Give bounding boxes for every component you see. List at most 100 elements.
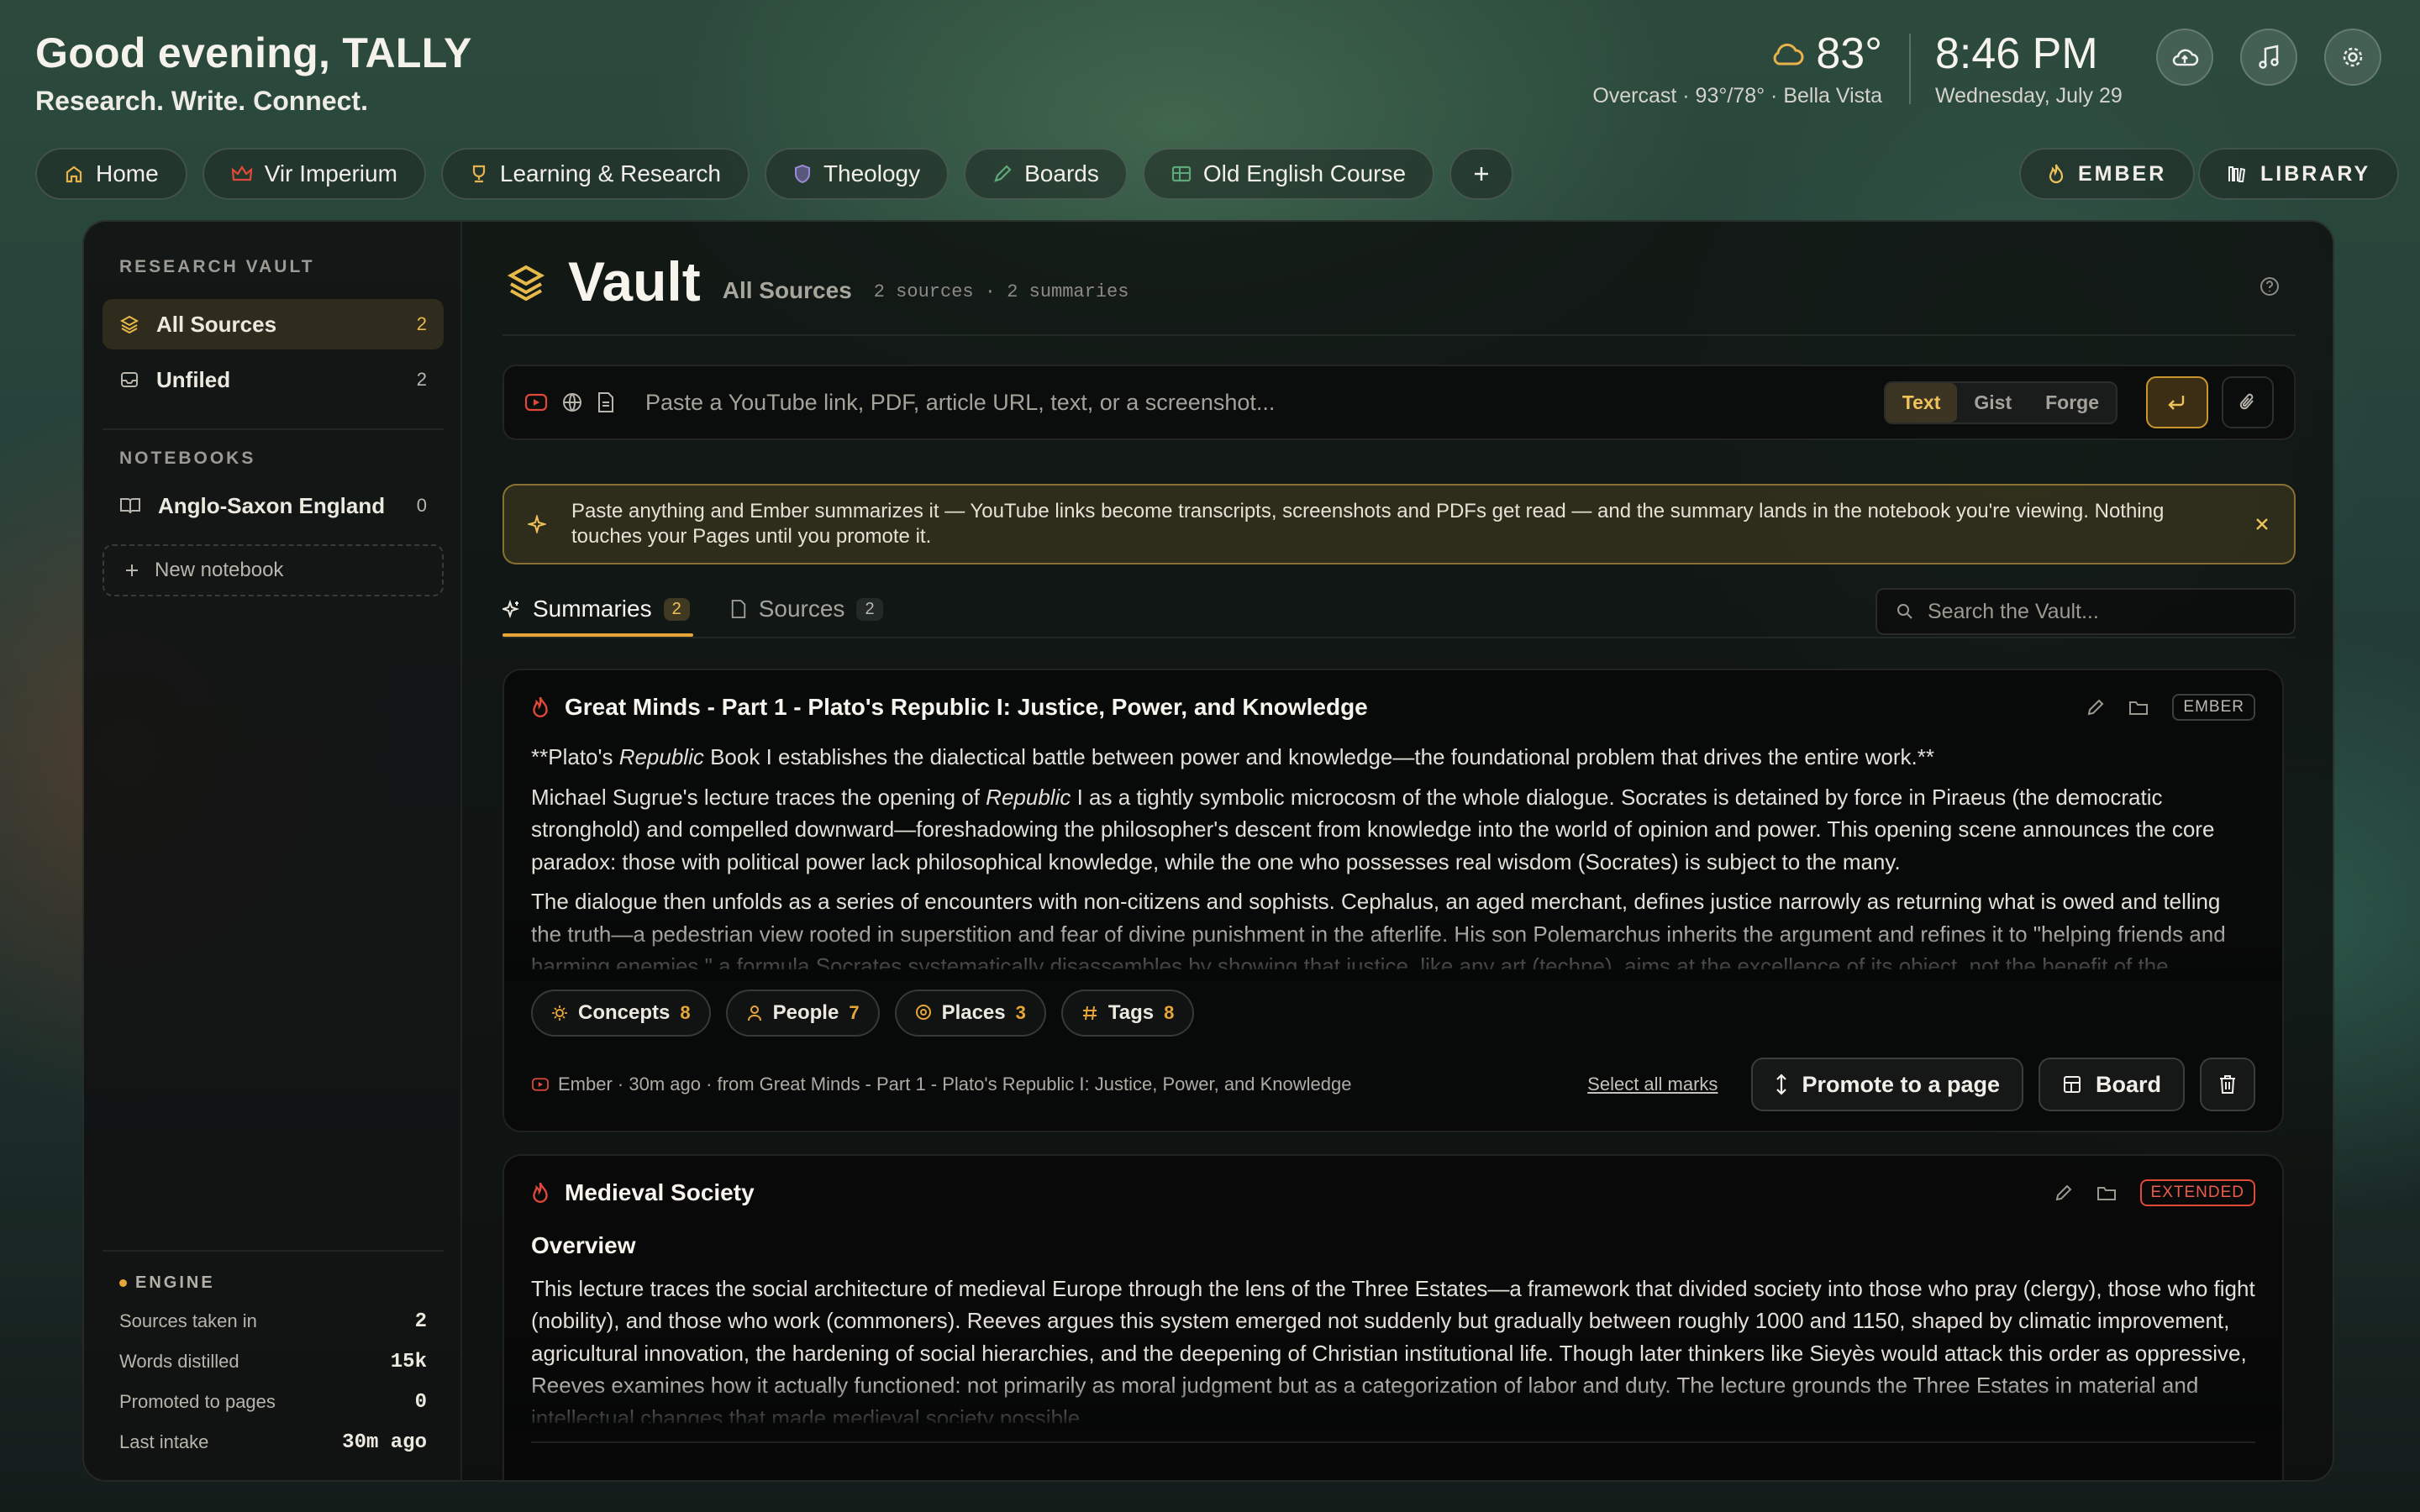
music-button[interactable] bbox=[2240, 29, 2297, 86]
notebook-anglo-saxon-england[interactable]: Anglo-Saxon England 0 bbox=[103, 480, 444, 531]
board-label: Board bbox=[2095, 1071, 2161, 1097]
tab-boards[interactable]: Boards bbox=[964, 148, 1128, 200]
chip-people[interactable]: People 7 bbox=[725, 990, 880, 1037]
library-label: LIBRARY bbox=[2260, 161, 2371, 186]
tab-summaries[interactable]: Summaries 2 bbox=[502, 581, 693, 637]
sidebar-item-label: All Sources bbox=[156, 311, 277, 337]
promote-button[interactable]: Promote to a page bbox=[1751, 1058, 2023, 1111]
delete-button[interactable] bbox=[2200, 1058, 2255, 1111]
folder-icon[interactable] bbox=[2096, 1184, 2117, 1202]
chip-tags[interactable]: Tags 8 bbox=[1060, 990, 1195, 1037]
mode-forge[interactable]: Forge bbox=[2028, 383, 2116, 423]
weather-detail: Overcast · 93°/78° · Bella Vista bbox=[1592, 84, 1882, 108]
text-fade bbox=[504, 1369, 2282, 1428]
summary-card: Great Minds - Part 1 - Plato's Republic … bbox=[502, 669, 2284, 1132]
search-input[interactable]: Search the Vault... bbox=[1928, 600, 2099, 624]
tab-label: Home bbox=[96, 160, 159, 186]
sidebar-item-unfiled[interactable]: Unfiled 2 bbox=[103, 354, 444, 405]
chip-places[interactable]: Places 3 bbox=[894, 990, 1046, 1037]
engine-stat-row: Words distilled 15k bbox=[119, 1341, 427, 1382]
vault-panel: RESEARCH VAULT All Sources 2 Unfiled 2 N… bbox=[82, 220, 2334, 1482]
greeting-block: Good evening, TALLY Research. Write. Con… bbox=[35, 29, 472, 117]
text-run: Republic bbox=[618, 744, 704, 769]
card-title: Medieval Society bbox=[565, 1179, 755, 1205]
help-button[interactable] bbox=[2259, 276, 2281, 297]
page-subtitle: All Sources bbox=[722, 277, 852, 303]
vault-meta: 2 sources · 2 summaries bbox=[873, 281, 1129, 302]
text-run: Republic bbox=[986, 784, 1071, 810]
clock-date: Wednesday, July 29 bbox=[1935, 84, 2123, 108]
chip-count: 8 bbox=[680, 1002, 691, 1023]
tab-home[interactable]: Home bbox=[35, 148, 187, 200]
document-icon[interactable] bbox=[597, 391, 615, 413]
source-badge: EMBER bbox=[2172, 694, 2255, 721]
engine-stat-row: Last intake 30m ago bbox=[119, 1422, 427, 1462]
flame-icon bbox=[2048, 163, 2065, 185]
info-banner: Paste anything and Ember summarizes it —… bbox=[502, 484, 2296, 564]
text-fade bbox=[504, 914, 2282, 981]
mode-gist[interactable]: Gist bbox=[1957, 383, 2028, 423]
tab-sources[interactable]: Sources 2 bbox=[730, 581, 886, 637]
paperclip-icon bbox=[2238, 391, 2258, 413]
chip-label: Concepts bbox=[578, 1001, 671, 1024]
ember-button[interactable]: EMBER bbox=[2019, 148, 2196, 200]
help-icon bbox=[2259, 276, 2281, 297]
tab-vir-imperium[interactable]: Vir Imperium bbox=[202, 148, 426, 200]
youtube-icon[interactable] bbox=[524, 392, 548, 412]
tab-label: Vir Imperium bbox=[264, 160, 397, 186]
layers-icon bbox=[119, 314, 139, 334]
chip-count: 3 bbox=[1015, 1002, 1026, 1023]
notebook-count: 0 bbox=[416, 495, 427, 516]
board-button[interactable]: Board bbox=[2038, 1058, 2185, 1111]
sidebar-divider bbox=[103, 428, 444, 430]
tab-label: Sources bbox=[758, 596, 845, 622]
tab-theology[interactable]: Theology bbox=[764, 148, 950, 200]
board-icon bbox=[2062, 1074, 2082, 1095]
add-tab-button[interactable] bbox=[1449, 148, 1514, 200]
page-title: Vault bbox=[568, 250, 701, 312]
cloud-sun-icon bbox=[1769, 39, 1804, 69]
cloud-sync-button[interactable] bbox=[2156, 29, 2213, 86]
enter-icon bbox=[2166, 393, 2188, 412]
notebook-label: Anglo-Saxon England bbox=[158, 492, 386, 518]
card-header: Great Minds - Part 1 - Plato's Republic … bbox=[531, 694, 2255, 721]
chip-concepts[interactable]: Concepts 8 bbox=[531, 990, 711, 1037]
person-icon bbox=[746, 1005, 763, 1021]
chip-count: 8 bbox=[1164, 1002, 1175, 1023]
submit-button[interactable] bbox=[2146, 376, 2208, 428]
close-icon[interactable] bbox=[2254, 516, 2270, 533]
plus-icon bbox=[1472, 165, 1491, 183]
entity-chips: Concepts 8 People 7 Places 3 Tags 8 bbox=[531, 990, 1195, 1037]
stat-value: 0 bbox=[414, 1390, 427, 1414]
sidebar-item-count: 2 bbox=[416, 313, 427, 334]
tab-learning-research[interactable]: Learning & Research bbox=[440, 148, 750, 200]
attach-button[interactable] bbox=[2222, 376, 2274, 428]
tab-old-english-course[interactable]: Old English Course bbox=[1142, 148, 1435, 200]
pin-icon bbox=[915, 1004, 932, 1022]
text-run: Michael Sugrue's lecture traces the open… bbox=[531, 784, 986, 810]
book-icon bbox=[119, 496, 141, 515]
trash-icon bbox=[2218, 1074, 2237, 1095]
edit-icon[interactable] bbox=[2054, 1184, 2073, 1202]
chip-label: People bbox=[772, 1001, 839, 1024]
folder-icon[interactable] bbox=[2128, 698, 2149, 717]
mode-text[interactable]: Text bbox=[1885, 382, 1958, 423]
new-notebook-button[interactable]: New notebook bbox=[103, 544, 444, 596]
intake-input[interactable]: Paste a YouTube link, PDF, article URL, … bbox=[645, 390, 1870, 416]
card-title: Great Minds - Part 1 - Plato's Republic … bbox=[565, 694, 1368, 720]
sidebar-item-all-sources[interactable]: All Sources 2 bbox=[103, 299, 444, 349]
globe-icon[interactable] bbox=[561, 391, 583, 413]
library-button[interactable]: LIBRARY bbox=[2198, 148, 2400, 200]
tabs-divider bbox=[502, 637, 2296, 638]
chip-label: Tags bbox=[1107, 1001, 1155, 1024]
promote-label: Promote to a page bbox=[1802, 1071, 2000, 1097]
select-all-marks-link[interactable]: Select all marks bbox=[1587, 1074, 1718, 1095]
edit-icon[interactable] bbox=[2086, 698, 2105, 717]
banner-text: Paste anything and Ember summarizes it —… bbox=[571, 500, 2165, 548]
vault-search[interactable]: Search the Vault... bbox=[1876, 588, 2296, 635]
shield-icon bbox=[793, 164, 812, 184]
settings-button[interactable] bbox=[2324, 29, 2381, 86]
sidebar-item-label: Unfiled bbox=[156, 366, 231, 392]
sparkle-icon bbox=[502, 600, 521, 618]
summary-paragraph: Michael Sugrue's lecture traces the open… bbox=[531, 781, 2255, 879]
